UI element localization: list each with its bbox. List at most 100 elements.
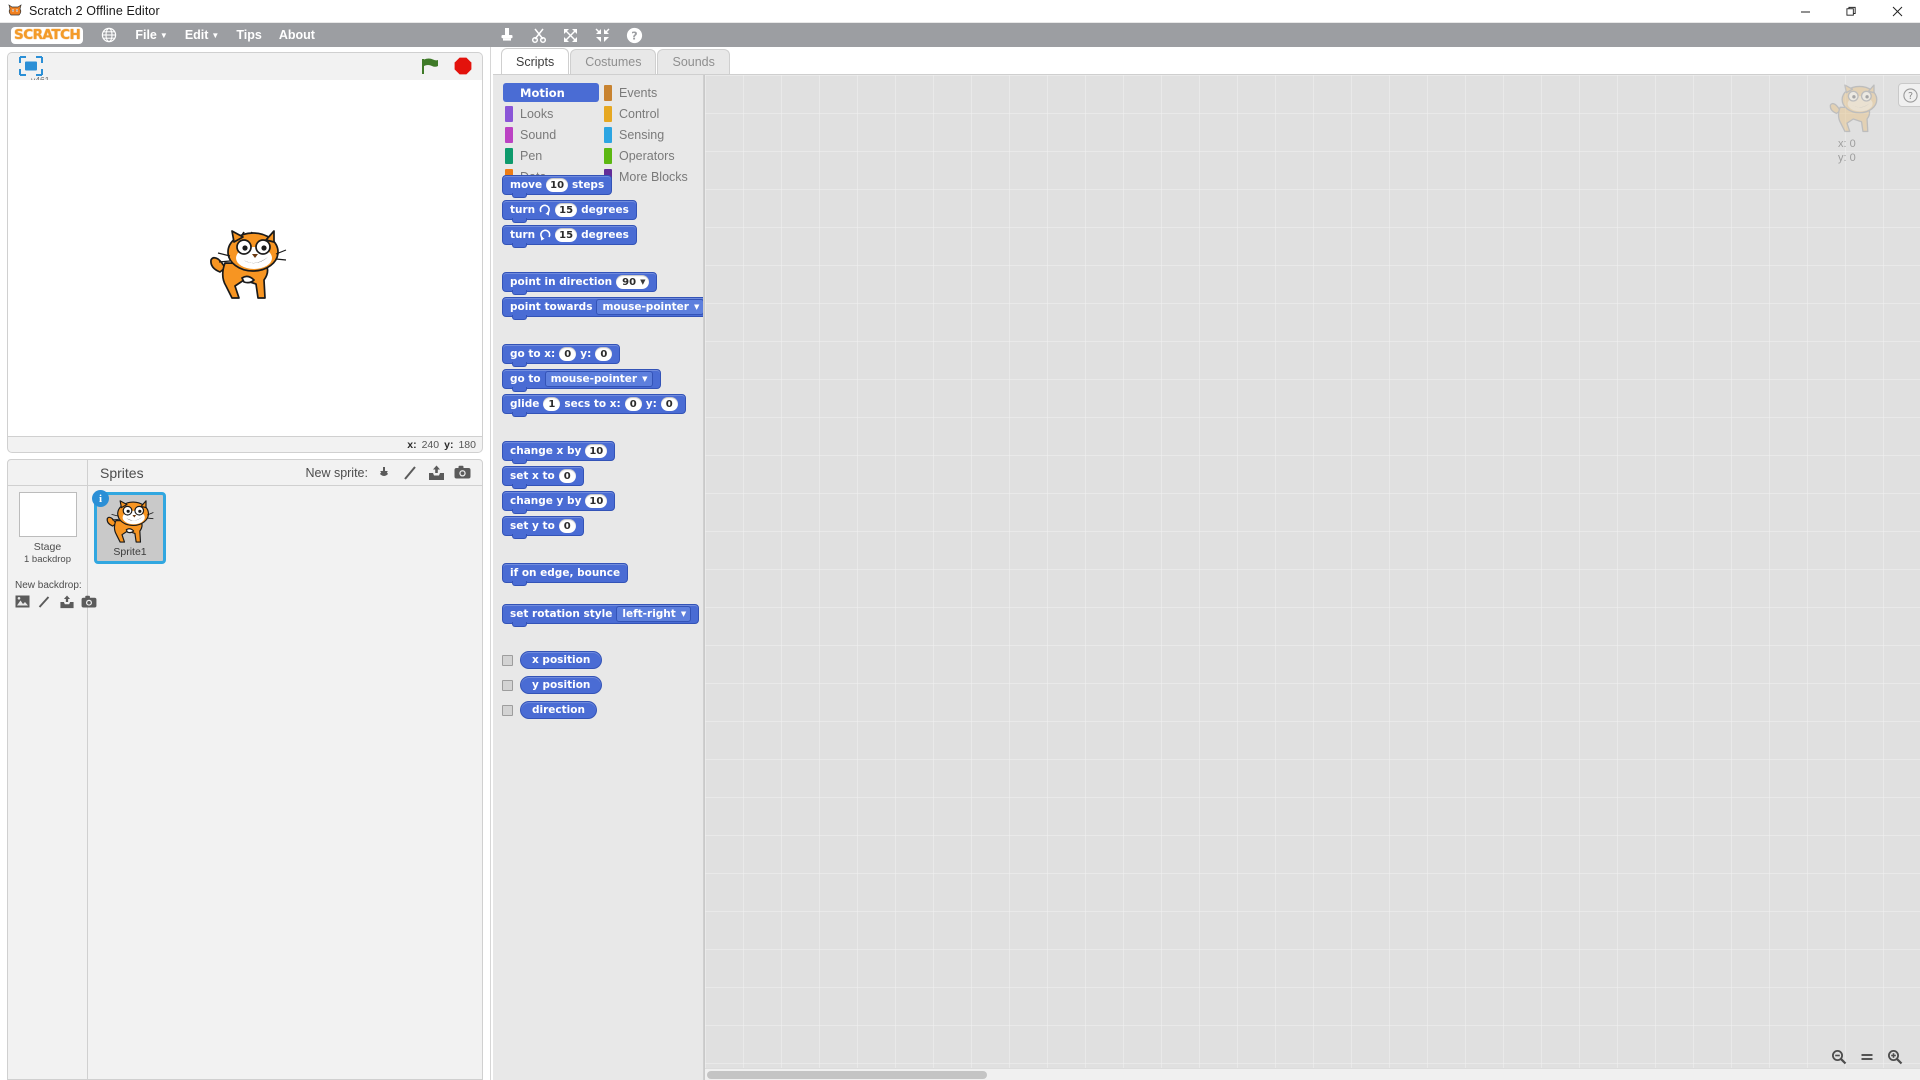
block-direction[interactable]: direction xyxy=(520,701,597,719)
new-sprite-library-icon[interactable] xyxy=(376,465,392,481)
block-turn-ccw-value-input[interactable]: 15 xyxy=(555,228,578,242)
category-pen-swatch xyxy=(505,147,513,164)
block-turn-counterclockwise[interactable]: turn 15 degrees xyxy=(502,225,637,248)
menu-about[interactable]: About xyxy=(279,28,315,42)
block-go-to-target[interactable]: go to mouse-pointer ▼ xyxy=(502,369,661,392)
category-looks[interactable]: Looks xyxy=(503,104,599,123)
zoom-reset-button[interactable] xyxy=(1858,1048,1876,1066)
block-glide-y-input[interactable]: 0 xyxy=(660,397,678,411)
presentation-mode-icon[interactable]: v461 xyxy=(17,55,49,85)
canvas-help-button[interactable]: ? xyxy=(1898,83,1920,107)
green-flag-icon[interactable] xyxy=(420,57,440,75)
checkbox-x-position[interactable] xyxy=(502,654,513,666)
block-point-in-direction[interactable]: point in direction 90 ▼ xyxy=(502,272,658,295)
tab-sounds[interactable]: Sounds xyxy=(657,49,730,74)
canvas-horizontal-scrollbar[interactable] xyxy=(705,1068,1920,1080)
new-backdrop-label: New backdrop: xyxy=(15,580,82,591)
scrollbar-thumb[interactable] xyxy=(707,1071,987,1079)
sprite-card-sprite1[interactable]: i Sprite1 xyxy=(92,490,166,564)
block-set-y-to[interactable]: set y to 0 xyxy=(502,516,584,539)
script-canvas[interactable]: x: 0 y: 0 ? xyxy=(704,75,1920,1080)
new-sprite-paint-icon[interactable] xyxy=(402,465,418,481)
block-turn-cw-value-input[interactable]: 15 xyxy=(555,203,578,217)
block-change-y-input[interactable]: 10 xyxy=(585,494,608,508)
category-sensing-swatch xyxy=(604,126,612,143)
checkbox-y-position[interactable] xyxy=(502,679,513,691)
stage-column-header xyxy=(8,460,88,485)
cut-tool[interactable] xyxy=(530,27,547,44)
stop-sign-icon[interactable] xyxy=(454,57,472,75)
chevron-down-icon: ▼ xyxy=(640,278,646,286)
block-y-position[interactable]: y position xyxy=(520,676,603,694)
new-sprite-camera-icon[interactable] xyxy=(454,465,471,481)
editor-tabs: Scripts Costumes Sounds xyxy=(493,47,1920,74)
menu-edit[interactable]: Edit ▼ xyxy=(185,28,220,42)
stage-thumbnail[interactable] xyxy=(18,492,77,537)
editor-panel: Scripts Costumes Sounds Motion Events Lo… xyxy=(493,47,1920,1080)
block-point-towards-dropdown[interactable]: mouse-pointer ▼ xyxy=(596,299,703,315)
stage-canvas[interactable]: ◀ xyxy=(7,80,483,437)
close-button[interactable] xyxy=(1874,0,1920,23)
tab-costumes[interactable]: Costumes xyxy=(570,49,657,74)
duplicate-tool[interactable] xyxy=(498,27,515,44)
new-backdrop-paint-icon[interactable] xyxy=(37,595,52,610)
sprite-pane: Sprites New sprite: Stage 1 backdrop New… xyxy=(0,453,490,1080)
block-turn-clockwise[interactable]: turn 15 degrees xyxy=(502,200,637,223)
menu-tips[interactable]: Tips xyxy=(236,28,261,42)
new-backdrop-upload-icon[interactable] xyxy=(59,595,74,610)
zoom-in-button[interactable] xyxy=(1886,1048,1904,1066)
category-motion[interactable]: Motion xyxy=(503,83,599,102)
turn-counterclockwise-icon xyxy=(539,229,551,241)
block-change-y-by[interactable]: change y by 10 xyxy=(502,491,616,514)
category-control[interactable]: Control xyxy=(602,104,698,123)
block-goto-target-dropdown[interactable]: mouse-pointer ▼ xyxy=(544,371,653,387)
block-change-x-by[interactable]: change x by 10 xyxy=(502,441,616,464)
globe-icon[interactable] xyxy=(101,27,117,43)
block-rotation-dropdown[interactable]: left-right ▼ xyxy=(616,606,692,622)
block-set-x-to[interactable]: set x to 0 xyxy=(502,466,584,489)
new-sprite-upload-icon[interactable] xyxy=(428,465,444,481)
category-sound[interactable]: Sound xyxy=(503,125,599,144)
block-goto-target-value: mouse-pointer xyxy=(550,373,638,385)
new-backdrop-library-icon[interactable] xyxy=(15,595,30,610)
scratch-logo[interactable]: SCRATCH xyxy=(11,26,84,44)
block-set-y-input[interactable]: 0 xyxy=(558,519,576,533)
app-icon xyxy=(7,3,23,19)
category-events[interactable]: Events xyxy=(602,83,698,102)
block-point-towards[interactable]: point towards mouse-pointer ▼ xyxy=(502,297,703,320)
checkbox-direction[interactable] xyxy=(502,704,513,716)
block-goto-y-input[interactable]: 0 xyxy=(595,347,613,361)
block-point-direction-dropdown[interactable]: 90 ▼ xyxy=(616,275,650,289)
shrink-tool[interactable] xyxy=(594,27,611,44)
block-set-rotation-style[interactable]: set rotation style left-right ▼ xyxy=(502,604,700,627)
sprite-info-badge[interactable]: i xyxy=(92,490,109,507)
block-set-x-input[interactable]: 0 xyxy=(558,469,576,483)
block-move-steps[interactable]: move 10 steps xyxy=(502,175,613,198)
block-glide-secs-input[interactable]: 1 xyxy=(543,397,561,411)
grow-tool[interactable] xyxy=(562,27,579,44)
block-help-tool[interactable]: ? xyxy=(626,27,643,44)
block-y-position-label: y position xyxy=(532,679,591,691)
category-sound-swatch xyxy=(505,126,513,143)
tab-scripts[interactable]: Scripts xyxy=(501,48,570,74)
minimize-button[interactable] xyxy=(1782,0,1828,23)
block-glide-x-input[interactable]: 0 xyxy=(624,397,642,411)
stage-coordinate-readout: x: 240 y: 180 xyxy=(7,437,483,453)
block-move-value-input[interactable]: 10 xyxy=(546,178,569,192)
block-goto-x-input[interactable]: 0 xyxy=(559,347,577,361)
block-glide-secs-to-xy[interactable]: glide 1 secs to x: 0 y: 0 xyxy=(502,394,686,417)
maximize-button[interactable] xyxy=(1828,0,1874,23)
stage-sprite-cat[interactable] xyxy=(208,228,288,306)
block-change-x-input[interactable]: 10 xyxy=(585,444,608,458)
category-operators[interactable]: Operators xyxy=(602,146,698,165)
block-go-to-xy[interactable]: go to x: 0 y: 0 xyxy=(502,344,621,367)
menu-file[interactable]: File ▼ xyxy=(135,28,167,42)
block-x-position[interactable]: x position xyxy=(520,651,603,669)
block-point-direction-value: 90 xyxy=(622,276,637,288)
category-pen[interactable]: Pen xyxy=(503,146,599,165)
tab-costumes-label: Costumes xyxy=(585,55,642,69)
zoom-out-button[interactable] xyxy=(1830,1048,1848,1066)
category-sensing[interactable]: Sensing xyxy=(602,125,698,144)
block-if-on-edge-bounce[interactable]: if on edge, bounce xyxy=(502,563,629,586)
block-point-towards-value: mouse-pointer xyxy=(602,301,689,313)
